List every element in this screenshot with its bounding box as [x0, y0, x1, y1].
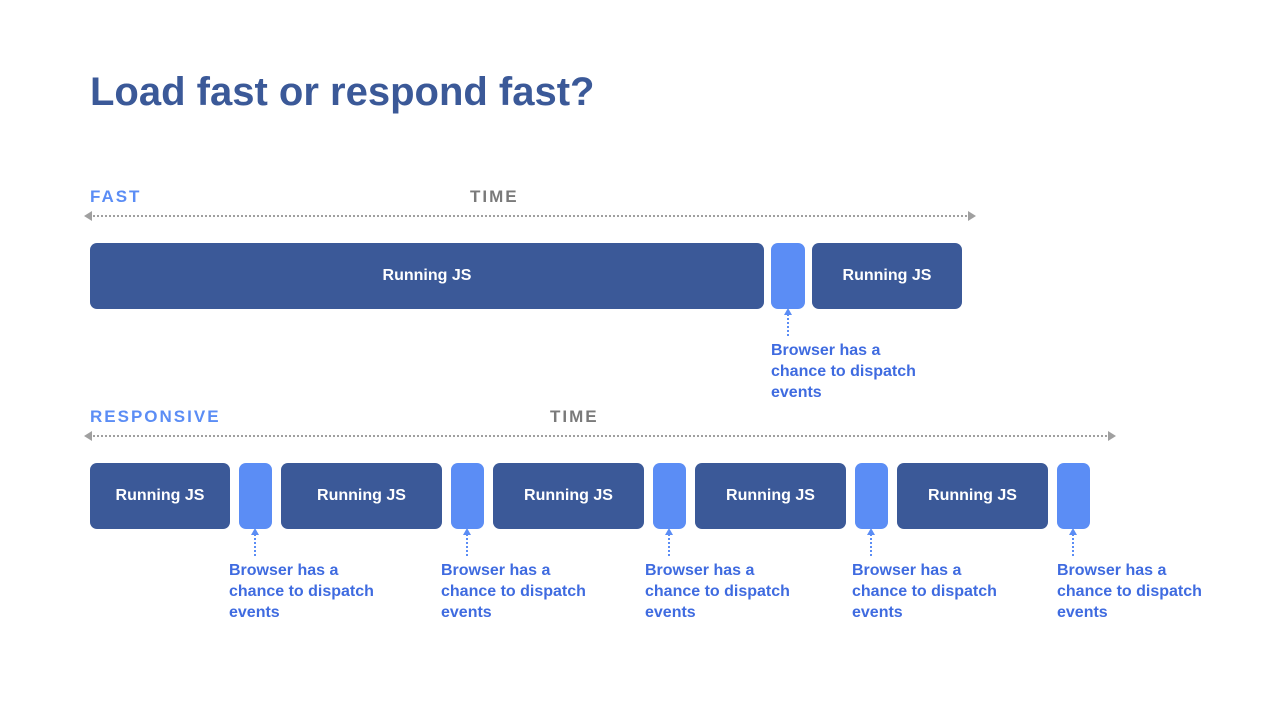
dispatch-gap-block: [653, 463, 686, 529]
running-js-block: Running JS: [493, 463, 644, 529]
section-fast: FAST TIME Running JS Running JS Browser …: [90, 185, 1196, 309]
arrow-up-icon: [787, 314, 789, 336]
running-js-label: Running JS: [843, 267, 932, 285]
dispatch-gap-block: [771, 243, 805, 309]
dispatch-caption: Browser has a chance to dispatch events: [771, 341, 931, 403]
dispatch-gap-block: [451, 463, 484, 529]
time-label-fast: TIME: [470, 187, 519, 207]
dispatch-caption: Browser has a chance to dispatch events: [645, 561, 805, 623]
section-responsive: RESPONSIVE TIME Running JS Running JS Ru…: [90, 405, 1196, 529]
arrow-up-icon: [1072, 534, 1074, 556]
arrow-up-icon: [254, 534, 256, 556]
running-js-label: Running JS: [524, 487, 613, 505]
running-js-block: Running JS: [90, 463, 230, 529]
arrow-up-icon: [668, 534, 670, 556]
running-js-block: Running JS: [90, 243, 764, 309]
arrow-up-icon: [870, 534, 872, 556]
dispatch-gap-block: [239, 463, 272, 529]
section-fast-header: FAST TIME: [90, 185, 1196, 209]
section-responsive-label: RESPONSIVE: [90, 407, 221, 427]
track-fast: Running JS Running JS: [90, 243, 1196, 309]
slide-title: Load fast or respond fast?: [90, 70, 1196, 115]
running-js-block: Running JS: [695, 463, 846, 529]
section-fast-label: FAST: [90, 187, 141, 207]
dispatch-caption: Browser has a chance to dispatch events: [1057, 561, 1217, 623]
track-responsive: Running JS Running JS Running JS Running…: [90, 463, 1196, 529]
running-js-label: Running JS: [317, 487, 406, 505]
running-js-label: Running JS: [116, 487, 205, 505]
dispatch-caption: Browser has a chance to dispatch events: [441, 561, 601, 623]
running-js-label: Running JS: [928, 487, 1017, 505]
running-js-block: Running JS: [897, 463, 1048, 529]
dispatch-gap-block: [855, 463, 888, 529]
dispatch-caption: Browser has a chance to dispatch events: [852, 561, 1012, 623]
dispatch-caption: Browser has a chance to dispatch events: [229, 561, 389, 623]
time-label-responsive: TIME: [550, 407, 599, 427]
section-responsive-header: RESPONSIVE TIME: [90, 405, 1196, 429]
running-js-label: Running JS: [726, 487, 815, 505]
running-js-label: Running JS: [383, 267, 472, 285]
running-js-block: Running JS: [281, 463, 442, 529]
arrow-up-icon: [466, 534, 468, 556]
dispatch-gap-block: [1057, 463, 1090, 529]
time-axis-responsive: [90, 435, 1110, 437]
time-axis-fast: [90, 215, 970, 217]
running-js-block: Running JS: [812, 243, 962, 309]
